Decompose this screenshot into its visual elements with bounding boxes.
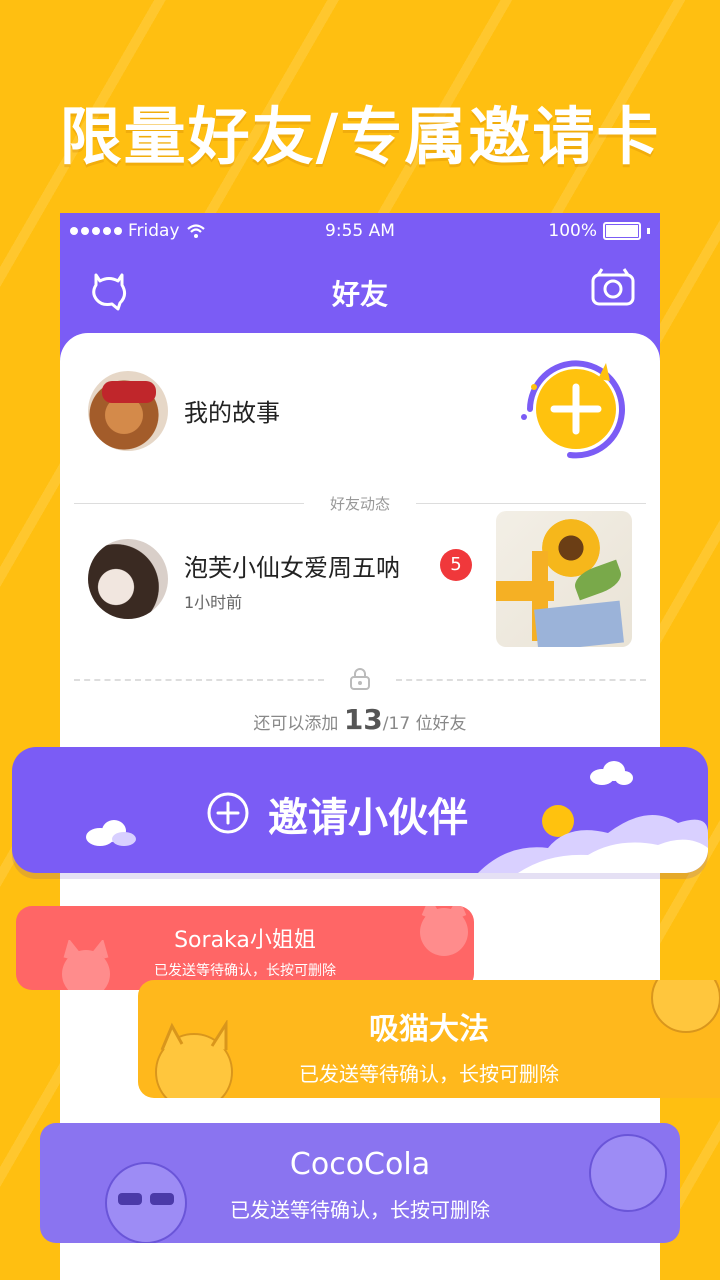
cat-face-icon — [420, 906, 468, 956]
battery-percent: 100% — [548, 221, 597, 241]
lock-icon — [350, 668, 370, 690]
sun-clouds-decoration — [478, 805, 708, 873]
request-card-cat[interactable]: 吸猫大法 已发送等待确认，长按可删除 — [138, 980, 720, 1098]
invite-friends-button[interactable]: 邀请小伙伴 — [12, 747, 708, 873]
request-card-soraka[interactable]: Soraka小姐姐 已发送等待确认，长按可删除 — [16, 906, 474, 990]
quota-divider — [74, 667, 646, 693]
add-story-button[interactable] — [510, 351, 630, 471]
monster-face-icon — [155, 1020, 233, 1098]
promo-headline: 限量好友/专属邀请卡 — [59, 100, 661, 173]
camera-icon[interactable] — [590, 267, 636, 307]
friend-quota: 还可以添加 13/17 位好友 — [253, 703, 467, 736]
cloud-icon — [590, 761, 633, 785]
cool-face-icon — [105, 1162, 187, 1243]
friend-name[interactable]: 泡芙小仙女爱周五呐 — [184, 548, 400, 583]
cloud-icon — [86, 820, 136, 846]
quota-count: 13 — [343, 703, 383, 736]
monster-face-icon — [651, 980, 720, 1033]
post-time: 1小时前 — [184, 593, 243, 612]
nav-bar: 好友 — [60, 253, 660, 333]
post-thumbnail[interactable] — [496, 511, 632, 647]
invite-label: 邀请小伙伴 — [268, 795, 468, 841]
battery-icon — [603, 222, 641, 240]
cool-face-icon — [589, 1134, 667, 1212]
request-card-coco[interactable]: CocoCola 已发送等待确认，长按可删除 — [40, 1123, 680, 1243]
page-title: 好友 — [331, 278, 388, 311]
section-divider: 好友动态 — [74, 493, 646, 513]
friend-avatar[interactable] — [88, 539, 168, 619]
status-bar: Friday 9:55 AM 100% — [60, 213, 660, 249]
cat-face-icon — [62, 940, 110, 990]
my-story-label[interactable]: 我的故事 — [184, 393, 280, 428]
my-avatar[interactable] — [88, 371, 168, 451]
unread-badge: 5 — [440, 549, 472, 581]
plus-circle-icon — [207, 792, 249, 834]
